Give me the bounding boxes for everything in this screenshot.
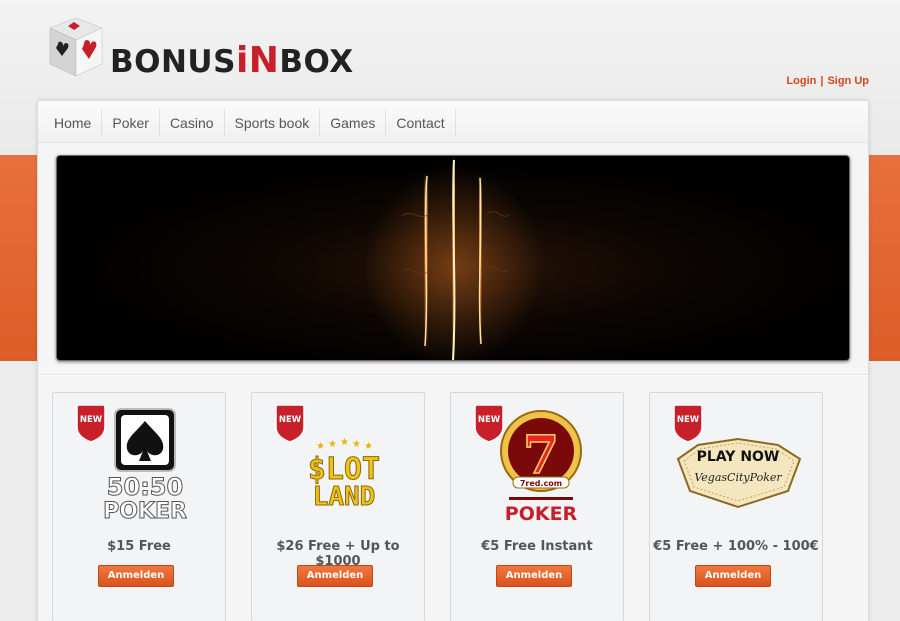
svg-text:★: ★: [352, 439, 361, 450]
main-nav: Home Poker Casino Sports book Games Cont…: [38, 101, 868, 143]
offer-card: 7 7red.com POKER NEW €5 Free Instant Anm…: [450, 392, 624, 621]
new-badge-text: NEW: [677, 415, 700, 425]
new-badge-text: NEW: [279, 415, 302, 425]
anmelden-button[interactable]: Anmelden: [98, 565, 174, 587]
card-offer-text: $15 Free: [107, 539, 171, 554]
new-badge-icon: NEW: [673, 404, 703, 443]
logo-text-suffix: BOX: [279, 44, 354, 80]
card-logo-line-1: 50:50: [107, 473, 183, 501]
nav-item-poker[interactable]: Poker: [102, 109, 160, 137]
new-badge-icon: NEW: [275, 404, 305, 443]
card-logo-line-2: LAND: [313, 482, 376, 512]
logo-text-accent: iN: [235, 40, 280, 81]
nav-item-casino[interactable]: Casino: [160, 109, 225, 137]
nav-item-games[interactable]: Games: [320, 109, 387, 137]
svg-text:★: ★: [340, 437, 349, 448]
svg-text:★: ★: [316, 441, 325, 452]
dice-logo-icon: [49, 17, 103, 77]
auth-separator: |: [820, 75, 824, 87]
logo-wordmark: BONUSiNBOX: [110, 42, 354, 81]
offer-card: PLAY NOW VegasCityPoker NEW €5 Free + 10…: [649, 392, 823, 621]
anmelden-button[interactable]: Anmelden: [496, 565, 572, 587]
anmelden-button[interactable]: Anmelden: [297, 565, 373, 587]
card-logo-line-2: POKER: [103, 499, 187, 524]
nav-item-sports-book[interactable]: Sports book: [225, 109, 321, 137]
card-offer-text: €5 Free Instant: [481, 539, 593, 554]
svg-text:★: ★: [328, 439, 337, 450]
auth-links: Login | Sign Up: [786, 75, 869, 87]
section-divider: [38, 374, 868, 376]
new-badge-text: NEW: [80, 415, 103, 425]
hero-banner[interactable]: [56, 155, 850, 361]
card-logo-line-2: VegasCityPoker: [694, 471, 782, 484]
logo-text-prefix: BONUS: [110, 44, 236, 80]
nav-item-home[interactable]: Home: [44, 109, 103, 137]
main-panel: Home Poker Casino Sports book Games Cont…: [37, 100, 869, 621]
card-offer-text: €5 Free + 100% - 100€: [653, 539, 819, 554]
card-logo-line-1: PLAY NOW: [697, 449, 780, 465]
new-badge-text: NEW: [478, 415, 501, 425]
fire-streaks-graphic: [364, 159, 544, 360]
offer-card: ★ ★ ★ ★ ★ $LOT LAND NEW $26 Free + Up to…: [251, 392, 425, 621]
signup-link[interactable]: Sign Up: [827, 75, 869, 87]
login-link[interactable]: Login: [786, 75, 816, 87]
anmelden-button[interactable]: Anmelden: [695, 565, 771, 587]
svg-text:★: ★: [364, 441, 373, 452]
card-logo-line-1: 7red.com: [520, 479, 562, 488]
new-badge-icon: NEW: [474, 404, 504, 443]
offer-card: 50:50 POKER NEW $15 Free Anmelden: [52, 392, 226, 621]
stars-icon: ★ ★ ★ ★ ★: [316, 437, 373, 452]
card-logo-line-2: POKER: [505, 503, 578, 525]
nav-item-contact[interactable]: Contact: [386, 109, 456, 137]
new-badge-icon: NEW: [76, 404, 106, 443]
site-logo[interactable]: BONUSiNBOX: [40, 14, 353, 84]
